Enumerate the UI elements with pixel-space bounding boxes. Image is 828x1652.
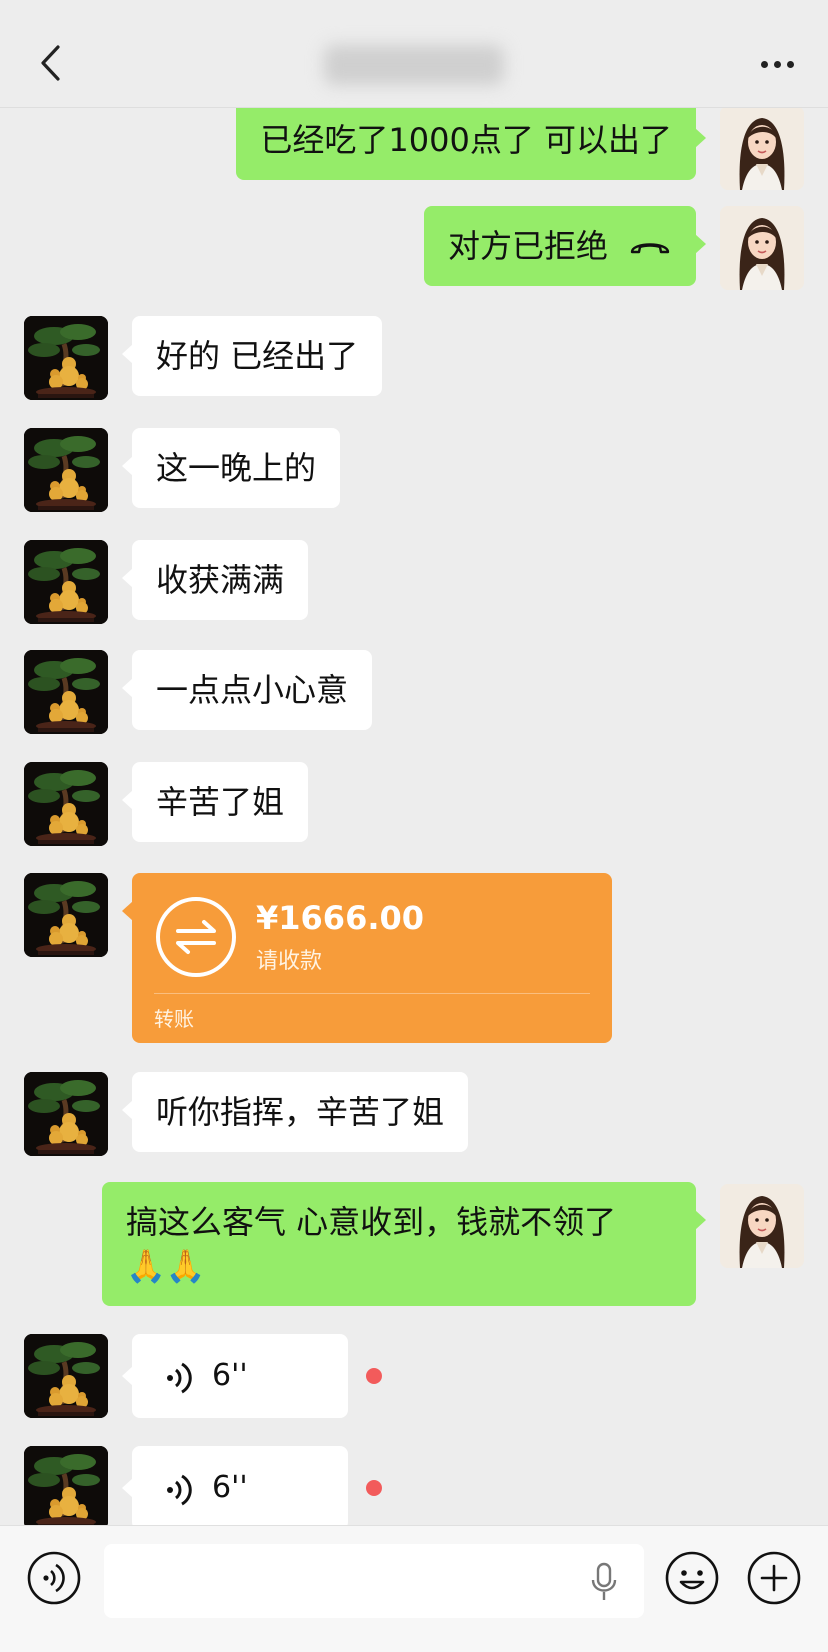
bonsai-avatar-icon: [24, 873, 108, 957]
bonsai-avatar-icon: [24, 1446, 108, 1525]
call-status-text: 对方已拒绝: [447, 227, 608, 265]
message-bubble[interactable]: 听你指挥，辛苦了姐: [121, 1072, 469, 1152]
unread-dot: [366, 1480, 382, 1496]
voice-duration: 6'': [212, 1358, 248, 1393]
blurred-contact-name: [324, 45, 504, 85]
message-text: 搞这么客气 心意收到，钱就不领了: [126, 1203, 617, 1241]
transfer-label: 转账: [154, 1007, 194, 1031]
contact-avatar[interactable]: [24, 540, 108, 624]
contact-avatar[interactable]: [24, 650, 108, 734]
chat-area[interactable]: 已经吃了1000点了 可以出了 对方已拒绝 好的 已经出了 这一晚上的 收获满满…: [0, 0, 828, 1525]
transfer-divider: [154, 993, 590, 994]
message-bubble[interactable]: 辛苦了姐: [121, 762, 309, 842]
woman-avatar-icon: [720, 1184, 804, 1268]
my-avatar[interactable]: [720, 206, 804, 290]
message-bubble[interactable]: 搞这么客气 心意收到，钱就不领了 🙏🙏: [102, 1182, 706, 1306]
transfer-amount: ¥1666.00: [256, 899, 425, 937]
more-button[interactable]: [752, 44, 802, 84]
unread-dot: [366, 1368, 382, 1384]
call-record-bubble[interactable]: 对方已拒绝: [423, 206, 707, 286]
contact-avatar[interactable]: [24, 428, 108, 512]
my-avatar[interactable]: [720, 1184, 804, 1268]
plus-icon[interactable]: [746, 1550, 802, 1606]
more-dots-icon: [786, 60, 794, 68]
message-input[interactable]: [104, 1544, 644, 1618]
bonsai-avatar-icon: [24, 762, 108, 846]
voice-message[interactable]: 6'': [122, 1334, 348, 1418]
my-avatar[interactable]: [720, 106, 804, 190]
contact-avatar[interactable]: [24, 1446, 108, 1525]
message-emoji: 🙏🙏: [126, 1247, 206, 1285]
more-dots-icon: [760, 60, 768, 68]
message-text: 辛苦了姐: [156, 783, 285, 821]
message-text: 已经吃了1000点了 可以出了: [260, 121, 672, 159]
chat-title: [0, 44, 828, 85]
message-text: 一点点小心意: [156, 671, 349, 709]
message-text: 这一晚上的: [156, 449, 317, 487]
voice-message[interactable]: 6'': [122, 1446, 348, 1525]
bonsai-avatar-icon: [24, 650, 108, 734]
woman-avatar-icon: [720, 206, 804, 290]
message-bubble[interactable]: 收获满满: [121, 540, 309, 620]
bonsai-avatar-icon: [24, 1334, 108, 1418]
more-dots-icon: [773, 60, 781, 68]
contact-avatar[interactable]: [24, 1334, 108, 1418]
contact-avatar[interactable]: [24, 316, 108, 400]
bonsai-avatar-icon: [24, 428, 108, 512]
contact-avatar[interactable]: [24, 1072, 108, 1156]
emoji-icon[interactable]: [664, 1550, 720, 1606]
message-bubble[interactable]: 这一晚上的: [121, 428, 341, 508]
bonsai-avatar-icon: [24, 1072, 108, 1156]
voice-mode-icon[interactable]: [26, 1550, 82, 1606]
bonsai-avatar-icon: [24, 540, 108, 624]
transfer-status: 请收款: [256, 949, 323, 974]
contact-avatar[interactable]: [24, 762, 108, 846]
transfer-card[interactable]: ¥1666.00 请收款 转账: [122, 873, 612, 1043]
call-declined-icon: [630, 243, 670, 254]
input-bar: [0, 1525, 828, 1652]
message-text: 好的 已经出了: [156, 337, 359, 375]
message-bubble[interactable]: 已经吃了1000点了 可以出了: [236, 100, 706, 180]
woman-avatar-icon: [720, 106, 804, 190]
message-text: 收获满满: [156, 561, 285, 599]
contact-avatar[interactable]: [24, 873, 108, 957]
message-bubble[interactable]: 好的 已经出了: [121, 316, 383, 396]
bonsai-avatar-icon: [24, 316, 108, 400]
transfer-arrows-icon: [156, 897, 236, 977]
message-bubble[interactable]: 一点点小心意: [121, 650, 373, 730]
message-text: 听你指挥，辛苦了姐: [156, 1093, 445, 1131]
microphone-icon[interactable]: [590, 1562, 618, 1602]
voice-wave-icon: [162, 1360, 198, 1396]
top-bar: [0, 0, 828, 108]
voice-duration: 6'': [212, 1470, 248, 1505]
voice-wave-icon: [162, 1472, 198, 1508]
